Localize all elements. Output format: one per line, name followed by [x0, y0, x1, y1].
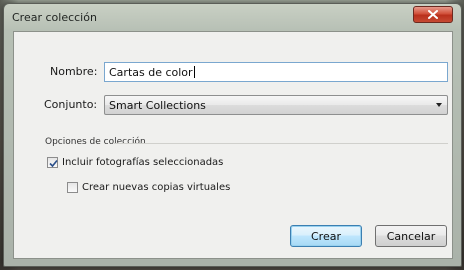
- set-dropdown-value: Smart Collections: [109, 99, 206, 112]
- close-icon: [428, 10, 438, 19]
- set-dropdown[interactable]: Smart Collections: [104, 95, 448, 115]
- dropdown-arrow-icon: [436, 103, 442, 107]
- include-selected-option[interactable]: Incluir fotografías seleccionadas: [47, 157, 223, 168]
- dialog-content: Nombre: Cartas de color Conjunto: Smart …: [13, 31, 453, 259]
- include-selected-checkbox[interactable]: [47, 157, 58, 168]
- virtual-copies-option[interactable]: Crear nuevas copias virtuales: [67, 182, 230, 193]
- cancel-button[interactable]: Cancelar: [375, 225, 447, 247]
- checkmark-icon: [49, 159, 58, 168]
- virtual-copies-checkbox[interactable]: [67, 182, 78, 193]
- virtual-copies-label: Crear nuevas copias virtuales: [82, 182, 231, 193]
- name-label: Nombre:: [50, 65, 98, 78]
- name-input-value: Cartas de color: [109, 66, 193, 79]
- title-bar[interactable]: Crear colección: [4, 4, 461, 31]
- options-group-title: Opciones de colección: [45, 137, 146, 147]
- create-collection-dialog: Crear colección Nombre: Cartas de color …: [3, 3, 462, 267]
- close-button[interactable]: [413, 6, 453, 23]
- options-group-divider: [114, 143, 448, 144]
- create-button[interactable]: Crear: [290, 225, 362, 247]
- name-input[interactable]: Cartas de color: [104, 62, 448, 82]
- include-selected-label: Incluir fotografías seleccionadas: [62, 157, 224, 168]
- set-label: Conjunto:: [44, 98, 98, 111]
- text-caret: [193, 66, 195, 78]
- dialog-title: Crear colección: [12, 11, 97, 24]
